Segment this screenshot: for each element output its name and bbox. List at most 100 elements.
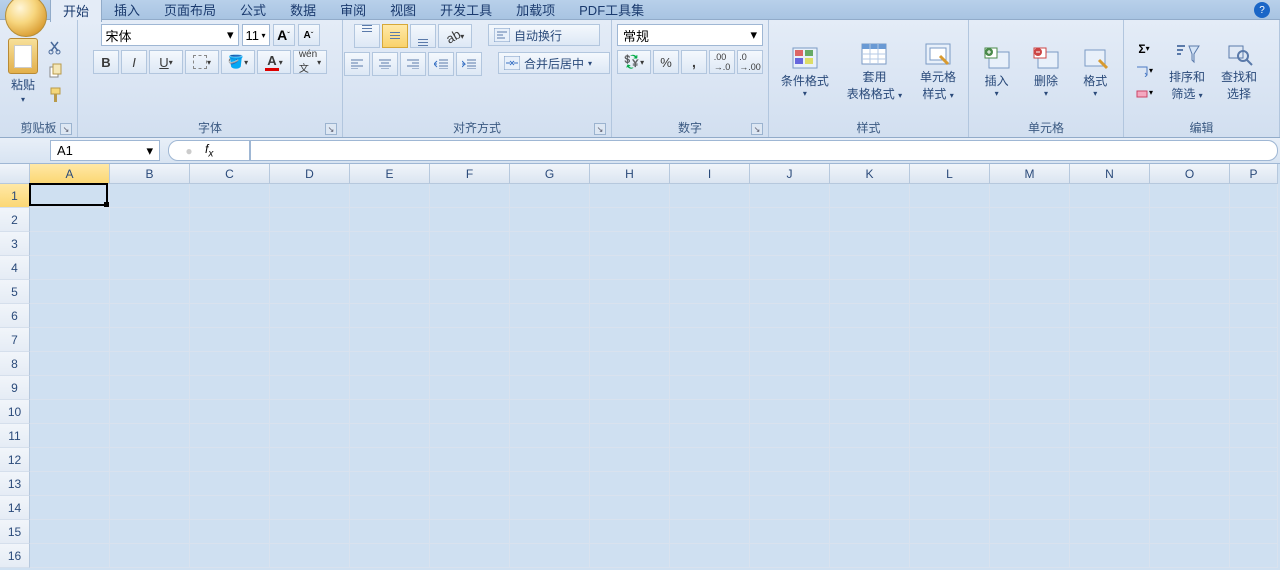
cell[interactable] [750,424,830,448]
cell[interactable] [510,472,590,496]
cell[interactable] [1070,304,1150,328]
cell[interactable] [1150,208,1230,232]
cell[interactable] [1070,424,1150,448]
cell[interactable] [750,472,830,496]
cell[interactable] [1070,520,1150,544]
cell[interactable] [590,304,670,328]
cell[interactable] [430,424,510,448]
cell[interactable] [590,256,670,280]
cell[interactable] [590,376,670,400]
cell[interactable] [910,304,990,328]
cell[interactable] [750,304,830,328]
col-header-M[interactable]: M [990,164,1070,184]
cell[interactable] [190,280,270,304]
cell[interactable] [1070,472,1150,496]
cell[interactable] [990,424,1070,448]
col-header-L[interactable]: L [910,164,990,184]
cell[interactable] [270,544,350,568]
cell[interactable] [270,400,350,424]
cell[interactable] [990,472,1070,496]
cell[interactable] [1070,232,1150,256]
accounting-format-button[interactable]: 💱▾ [617,50,651,74]
cell-styles-button[interactable]: 单元格 样式 ▾ [912,38,964,104]
cell[interactable] [110,472,190,496]
cell[interactable] [910,184,990,208]
merge-center-button[interactable]: 合并后居中 ▾ [498,52,610,74]
cell[interactable] [1230,352,1278,376]
cell[interactable] [1150,184,1230,208]
cell[interactable] [910,376,990,400]
cell[interactable] [1070,400,1150,424]
font-size-select[interactable]: 11 ▾ [242,24,270,46]
conditional-formatting-button[interactable]: 条件格式 ▾ [773,42,837,100]
cell[interactable] [350,232,430,256]
increase-decimal-button[interactable]: .00→.0 [709,50,735,74]
col-header-F[interactable]: F [430,164,510,184]
cell[interactable] [830,184,910,208]
cell[interactable] [910,208,990,232]
col-header-J[interactable]: J [750,164,830,184]
cell[interactable] [750,400,830,424]
cell[interactable] [1230,280,1278,304]
cell[interactable] [750,496,830,520]
cell[interactable] [30,208,110,232]
cell[interactable] [1230,208,1278,232]
cell[interactable] [1230,520,1278,544]
col-header-A[interactable]: A [30,164,110,184]
alignment-launcher-icon[interactable]: ↘ [594,123,606,135]
tab-PDF工具集[interactable]: PDF工具集 [567,0,656,21]
cell[interactable] [1230,328,1278,352]
cell[interactable] [350,496,430,520]
cell[interactable] [590,424,670,448]
cell[interactable] [990,328,1070,352]
cell[interactable] [270,376,350,400]
find-select-button[interactable]: 查找和 选择 [1213,38,1265,104]
cell[interactable] [510,232,590,256]
cell[interactable] [350,328,430,352]
cell[interactable] [1070,256,1150,280]
col-header-K[interactable]: K [830,164,910,184]
delete-cells-button[interactable]: 删除 ▾ [1022,42,1070,100]
cell[interactable] [270,520,350,544]
cell[interactable] [830,472,910,496]
clipboard-launcher-icon[interactable]: ↘ [60,123,72,135]
decrease-font-button[interactable]: Aˇ [298,24,320,46]
cell[interactable] [510,376,590,400]
cell[interactable] [190,520,270,544]
cell[interactable] [30,448,110,472]
cell[interactable] [1150,424,1230,448]
cell[interactable] [670,256,750,280]
align-bottom-button[interactable] [410,24,436,48]
cell[interactable] [190,448,270,472]
cell[interactable] [270,448,350,472]
cell[interactable] [510,544,590,568]
cell[interactable] [1070,376,1150,400]
format-cells-button[interactable]: 格式 ▾ [1071,42,1119,100]
cell[interactable] [110,208,190,232]
cell[interactable] [190,232,270,256]
col-header-G[interactable]: G [510,164,590,184]
cell[interactable] [590,208,670,232]
cell[interactable] [510,448,590,472]
cell[interactable] [670,280,750,304]
cell[interactable] [990,376,1070,400]
cell[interactable] [990,520,1070,544]
cell[interactable] [30,472,110,496]
autosum-button[interactable]: Σ ▾ [1131,40,1157,58]
cell[interactable] [430,304,510,328]
row-header-2[interactable]: 2 [0,208,30,232]
font-name-select[interactable]: 宋体 ▾ [101,24,239,46]
row-header-3[interactable]: 3 [0,232,30,256]
format-painter-icon[interactable] [47,86,65,104]
cell[interactable] [590,280,670,304]
row-header-12[interactable]: 12 [0,448,30,472]
cell[interactable] [110,544,190,568]
cell[interactable] [670,328,750,352]
tab-页面布局[interactable]: 页面布局 [152,0,228,21]
align-left-button[interactable] [344,52,370,76]
row-header-8[interactable]: 8 [0,352,30,376]
cell[interactable] [1230,376,1278,400]
cell[interactable] [910,256,990,280]
format-as-table-button[interactable]: 套用 表格格式 ▾ [839,38,910,104]
cell[interactable] [350,352,430,376]
